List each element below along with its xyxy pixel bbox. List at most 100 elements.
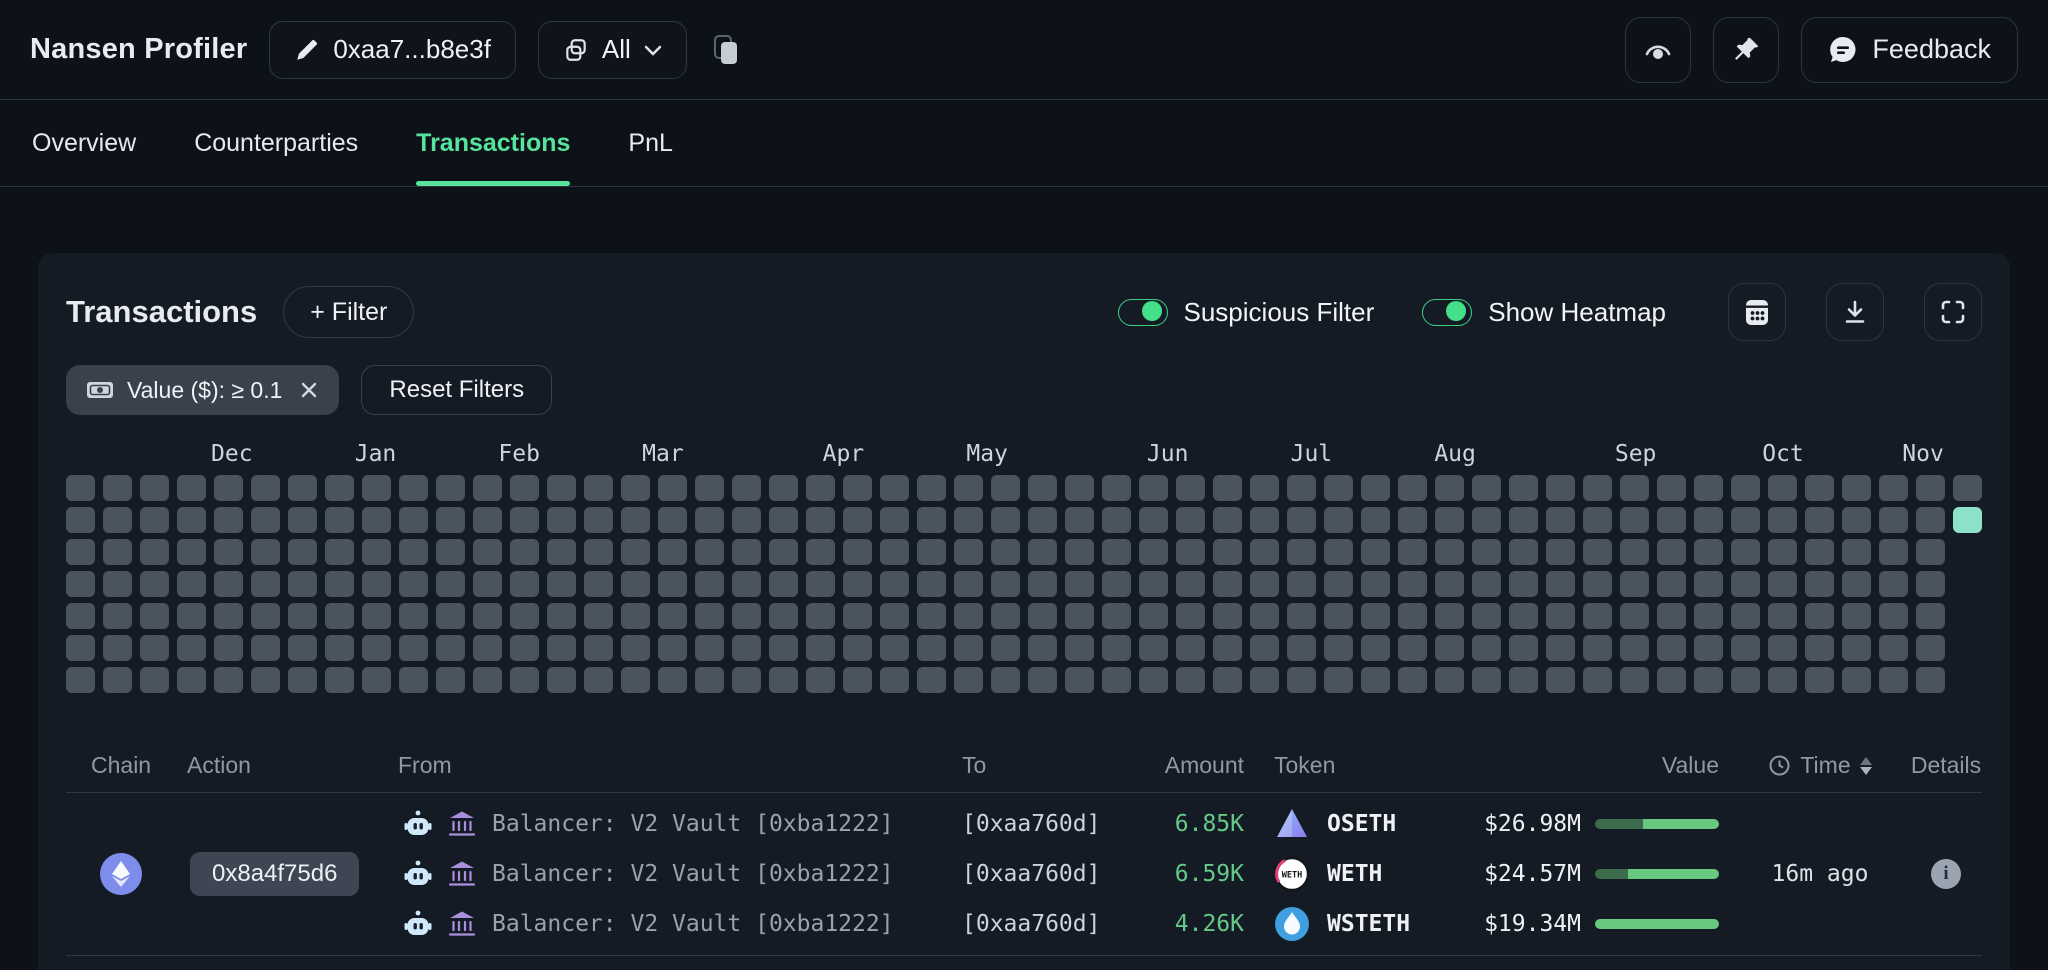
heatmap-cell[interactable]: [1102, 539, 1131, 565]
show-heatmap-toggle[interactable]: [1422, 299, 1472, 326]
heatmap-cell[interactable]: [1028, 603, 1057, 629]
heatmap-cell[interactable]: [843, 635, 872, 661]
table-row[interactable]: 0x8a4f75d6 Balancer: V2 Vault [0xba1222]: [66, 793, 1982, 956]
heatmap-cell[interactable]: [1250, 603, 1279, 629]
heatmap-cell[interactable]: [991, 603, 1020, 629]
heatmap-cell[interactable]: [658, 539, 687, 565]
heatmap-cell[interactable]: [584, 507, 613, 533]
pin-button[interactable]: [1713, 17, 1779, 83]
heatmap-cell[interactable]: [1398, 507, 1427, 533]
heatmap-cell[interactable]: [1213, 571, 1242, 597]
heatmap-cell[interactable]: [769, 603, 798, 629]
heatmap-cell[interactable]: [547, 603, 576, 629]
heatmap-cell[interactable]: [1657, 507, 1686, 533]
heatmap-cell[interactable]: [1916, 667, 1945, 693]
heatmap-cell[interactable]: [1213, 667, 1242, 693]
heatmap-cell[interactable]: [1953, 507, 1982, 533]
heatmap-cell[interactable]: [584, 475, 613, 501]
heatmap-cell[interactable]: [1472, 635, 1501, 661]
heatmap-cell[interactable]: [1768, 539, 1797, 565]
chain-filter-dropdown[interactable]: All: [538, 21, 687, 79]
heatmap-cell[interactable]: [1657, 603, 1686, 629]
heatmap-cell[interactable]: [288, 667, 317, 693]
heatmap-cell[interactable]: [806, 475, 835, 501]
download-button[interactable]: [1826, 283, 1884, 341]
heatmap-cell[interactable]: [362, 667, 391, 693]
heatmap-cell[interactable]: [621, 507, 650, 533]
heatmap-cell[interactable]: [621, 603, 650, 629]
heatmap-cell[interactable]: [473, 539, 502, 565]
heatmap-cell[interactable]: [66, 539, 95, 565]
heatmap-cell[interactable]: [1620, 603, 1649, 629]
col-header-time[interactable]: Time: [1730, 752, 1910, 779]
tab-pnl[interactable]: PnL: [628, 100, 672, 186]
heatmap-cell[interactable]: [1583, 603, 1612, 629]
heatmap-cell[interactable]: [1546, 475, 1575, 501]
heatmap-cell[interactable]: [917, 539, 946, 565]
heatmap-cell[interactable]: [1028, 635, 1057, 661]
heatmap-cell[interactable]: [547, 475, 576, 501]
heatmap-cell[interactable]: [880, 635, 909, 661]
heatmap-cell[interactable]: [1916, 475, 1945, 501]
heatmap-cell[interactable]: [1805, 539, 1834, 565]
heatmap-cell[interactable]: [1398, 539, 1427, 565]
heatmap-cell[interactable]: [547, 539, 576, 565]
heatmap-cell[interactable]: [1916, 539, 1945, 565]
heatmap-cell[interactable]: [1657, 571, 1686, 597]
heatmap-cell[interactable]: [1102, 507, 1131, 533]
heatmap-cell[interactable]: [1213, 635, 1242, 661]
heatmap-cell[interactable]: [1657, 635, 1686, 661]
heatmap-cell[interactable]: [1398, 603, 1427, 629]
heatmap-cell[interactable]: [917, 603, 946, 629]
heatmap-cell[interactable]: [1842, 475, 1871, 501]
heatmap-cell[interactable]: [436, 539, 465, 565]
heatmap-cell[interactable]: [214, 603, 243, 629]
heatmap-cell[interactable]: [436, 507, 465, 533]
heatmap-cell[interactable]: [1879, 667, 1908, 693]
heatmap-cell[interactable]: [1620, 507, 1649, 533]
heatmap-cell[interactable]: [1213, 475, 1242, 501]
heatmap-cell[interactable]: [1879, 603, 1908, 629]
heatmap-cell[interactable]: [1065, 507, 1094, 533]
heatmap-cell[interactable]: [1287, 571, 1316, 597]
heatmap-cell[interactable]: [1472, 475, 1501, 501]
heatmap-cell[interactable]: [1435, 475, 1464, 501]
heatmap-cell[interactable]: [325, 603, 354, 629]
heatmap-cell[interactable]: [1398, 571, 1427, 597]
heatmap-cell[interactable]: [1287, 475, 1316, 501]
heatmap-cell[interactable]: [1805, 475, 1834, 501]
heatmap-cell[interactable]: [1065, 603, 1094, 629]
heatmap-cell[interactable]: [1361, 603, 1390, 629]
date-range-button[interactable]: [1728, 283, 1786, 341]
heatmap-cell[interactable]: [1916, 635, 1945, 661]
heatmap-cell[interactable]: [1324, 507, 1353, 533]
tab-overview[interactable]: Overview: [32, 100, 136, 186]
heatmap-cell[interactable]: [251, 635, 280, 661]
heatmap-cell[interactable]: [1028, 507, 1057, 533]
heatmap-cell[interactable]: [1361, 667, 1390, 693]
heatmap-cell[interactable]: [732, 635, 761, 661]
heatmap-cell[interactable]: [547, 507, 576, 533]
heatmap-cell[interactable]: [140, 667, 169, 693]
heatmap-cell[interactable]: [1176, 667, 1205, 693]
heatmap-cell[interactable]: [177, 667, 206, 693]
heatmap-cell[interactable]: [1657, 539, 1686, 565]
heatmap-cell[interactable]: [251, 667, 280, 693]
heatmap-cell[interactable]: [214, 667, 243, 693]
heatmap-cell[interactable]: [584, 667, 613, 693]
heatmap-cell[interactable]: [1916, 571, 1945, 597]
heatmap-cell[interactable]: [584, 603, 613, 629]
heatmap-cell[interactable]: [1620, 571, 1649, 597]
heatmap-cell[interactable]: [288, 571, 317, 597]
heatmap-cell[interactable]: [991, 635, 1020, 661]
heatmap-cell[interactable]: [1324, 635, 1353, 661]
heatmap-cell[interactable]: [1842, 667, 1871, 693]
heatmap-cell[interactable]: [1287, 635, 1316, 661]
heatmap-cell[interactable]: [1435, 635, 1464, 661]
heatmap-cell[interactable]: [1287, 603, 1316, 629]
heatmap-cell[interactable]: [769, 571, 798, 597]
heatmap-cell[interactable]: [843, 667, 872, 693]
heatmap-cell[interactable]: [1694, 539, 1723, 565]
heatmap-cell[interactable]: [1583, 507, 1612, 533]
heatmap-cell[interactable]: [1250, 475, 1279, 501]
